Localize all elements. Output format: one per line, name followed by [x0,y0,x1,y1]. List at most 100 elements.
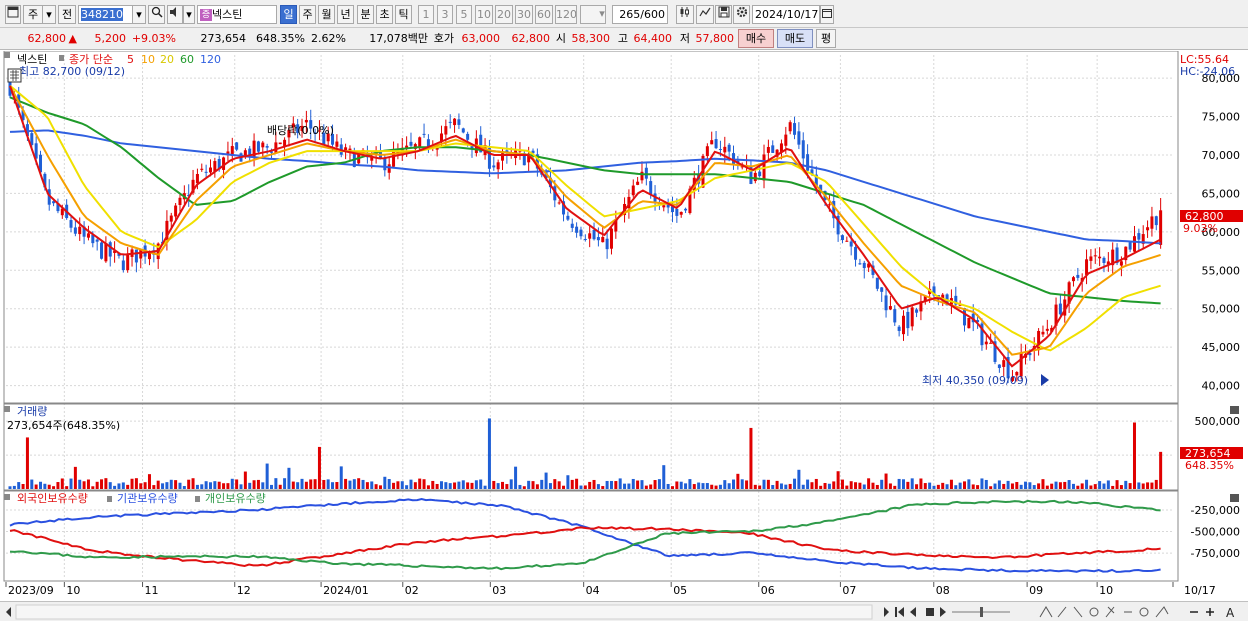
volume-close-icon[interactable] [1230,406,1239,414]
candle-body [95,239,99,242]
legend-ma20: 20 [160,53,174,66]
scroll-right-icon[interactable] [884,607,889,617]
volume-bar [82,481,86,489]
search-icon[interactable] [148,5,165,24]
interval-button-1[interactable]: 1 [418,5,434,24]
candle-body [86,233,90,238]
interval-dropdown-icon[interactable]: ▾ [596,5,608,24]
volume-bar [461,480,465,489]
x-tick-label: 04 [586,584,600,597]
interval-button-3[interactable]: 3 [437,5,453,24]
zoom-slider-thumb[interactable] [980,607,983,617]
count-value: 265 [619,8,641,21]
legend-institution-handle[interactable] [107,496,112,502]
volume-pct: 648.35% [256,32,305,45]
holding-tick-label: -500,000 [1191,526,1240,539]
volume-bar [156,480,160,489]
font-size-icon[interactable]: A [1226,606,1235,620]
period-tab-week[interactable]: 주 [299,5,316,24]
grid-tool-icon[interactable] [7,68,22,83]
up-arrow-icon: ▲ [68,32,77,45]
balance-button[interactable]: 평 [816,29,836,48]
speaker-icon[interactable] [167,5,183,24]
volume-bar [378,485,382,489]
volume-bar [60,478,64,489]
period-tab-day[interactable]: 일 [280,5,297,24]
hc-label: HC:-24.06 [1180,65,1235,78]
volume-bar [723,480,727,489]
candle-body [858,263,862,265]
volume-bar [910,478,914,489]
candle-body [901,315,905,335]
zoom-in-icon[interactable] [1206,608,1214,616]
interval-button-60[interactable]: 60 [535,5,553,24]
scroll-prev-icon[interactable] [910,607,916,617]
legend-ma-handle[interactable] [59,55,64,61]
period-tab-minute[interactable]: 분 [357,5,374,24]
volume-bar [43,483,47,489]
scroll-left-icon[interactable] [6,607,11,617]
candle-body [69,220,73,228]
volume-bar [566,475,570,489]
volume-bar [182,486,186,489]
volume-bar [679,481,683,489]
volume-bar [958,482,962,489]
stock-name-field[interactable]: 증 넥스틴 [197,5,277,24]
period-tab-year[interactable]: 년 [337,5,354,24]
interval-button-10[interactable]: 10 [475,5,493,24]
candle-body [609,228,613,249]
x-tick-label: 11 [145,584,159,597]
volume-bar [248,482,252,489]
save-icon[interactable] [715,5,732,24]
buy-button[interactable]: 매수 [738,29,774,48]
candle-icon[interactable] [676,5,694,24]
volume-bar [505,484,509,489]
stock-code-input[interactable]: 348210 [78,5,133,24]
scroll-track[interactable] [15,604,873,620]
market-select[interactable]: 주 [23,5,43,24]
volume-bar [810,482,814,489]
gear-icon[interactable] [733,5,750,24]
candle-body [139,249,143,259]
indicator-icon[interactable] [696,5,714,24]
volume-bar [374,484,378,489]
period-tab-second[interactable]: 초 [376,5,393,24]
candle-body [1085,259,1089,275]
candle-body [827,204,831,206]
candle-body [579,229,583,237]
count-field[interactable]: 265/600 [612,5,668,24]
volume-panel-handle[interactable] [4,406,10,412]
date-field[interactable]: 2024/10/17 [752,5,820,24]
prev-button[interactable]: 전 [58,5,76,24]
period-tab-tick[interactable]: 틱 [395,5,412,24]
interval-button-5[interactable]: 5 [456,5,472,24]
price-panel-handle[interactable] [4,52,10,58]
calendar-icon[interactable] [820,5,834,24]
x-tick-label: 06 [761,584,775,597]
interval-button-120[interactable]: 120 [555,5,577,24]
legend-individual-handle[interactable] [195,496,200,502]
market-dropdown-icon[interactable]: ▾ [42,5,56,24]
code-dropdown-icon[interactable]: ▾ [132,5,146,24]
holding-panel-handle[interactable] [4,494,10,500]
candle-body [1076,274,1080,278]
period-tab-month[interactable]: 월 [318,5,335,24]
candle-body [631,185,635,196]
tool-icons[interactable] [1039,606,1169,618]
speaker-dropdown-icon[interactable]: ▾ [183,5,195,24]
sell-button[interactable]: 매도 [777,29,813,48]
stop-icon[interactable] [926,608,934,616]
volume-bar [993,483,997,489]
volume-bar [714,485,718,489]
candle-body [466,133,470,140]
play-icon[interactable] [940,607,946,617]
interval-button-20[interactable]: 20 [495,5,513,24]
holding-close-icon[interactable] [1230,494,1239,502]
volume-bar [86,479,90,489]
volume-bar [431,480,435,489]
scroll-first-icon[interactable] [895,607,904,617]
volume-bar [396,481,400,489]
interval-button-30[interactable]: 30 [515,5,533,24]
candle-body [1058,303,1062,315]
chart-settings-icon[interactable] [5,5,21,24]
